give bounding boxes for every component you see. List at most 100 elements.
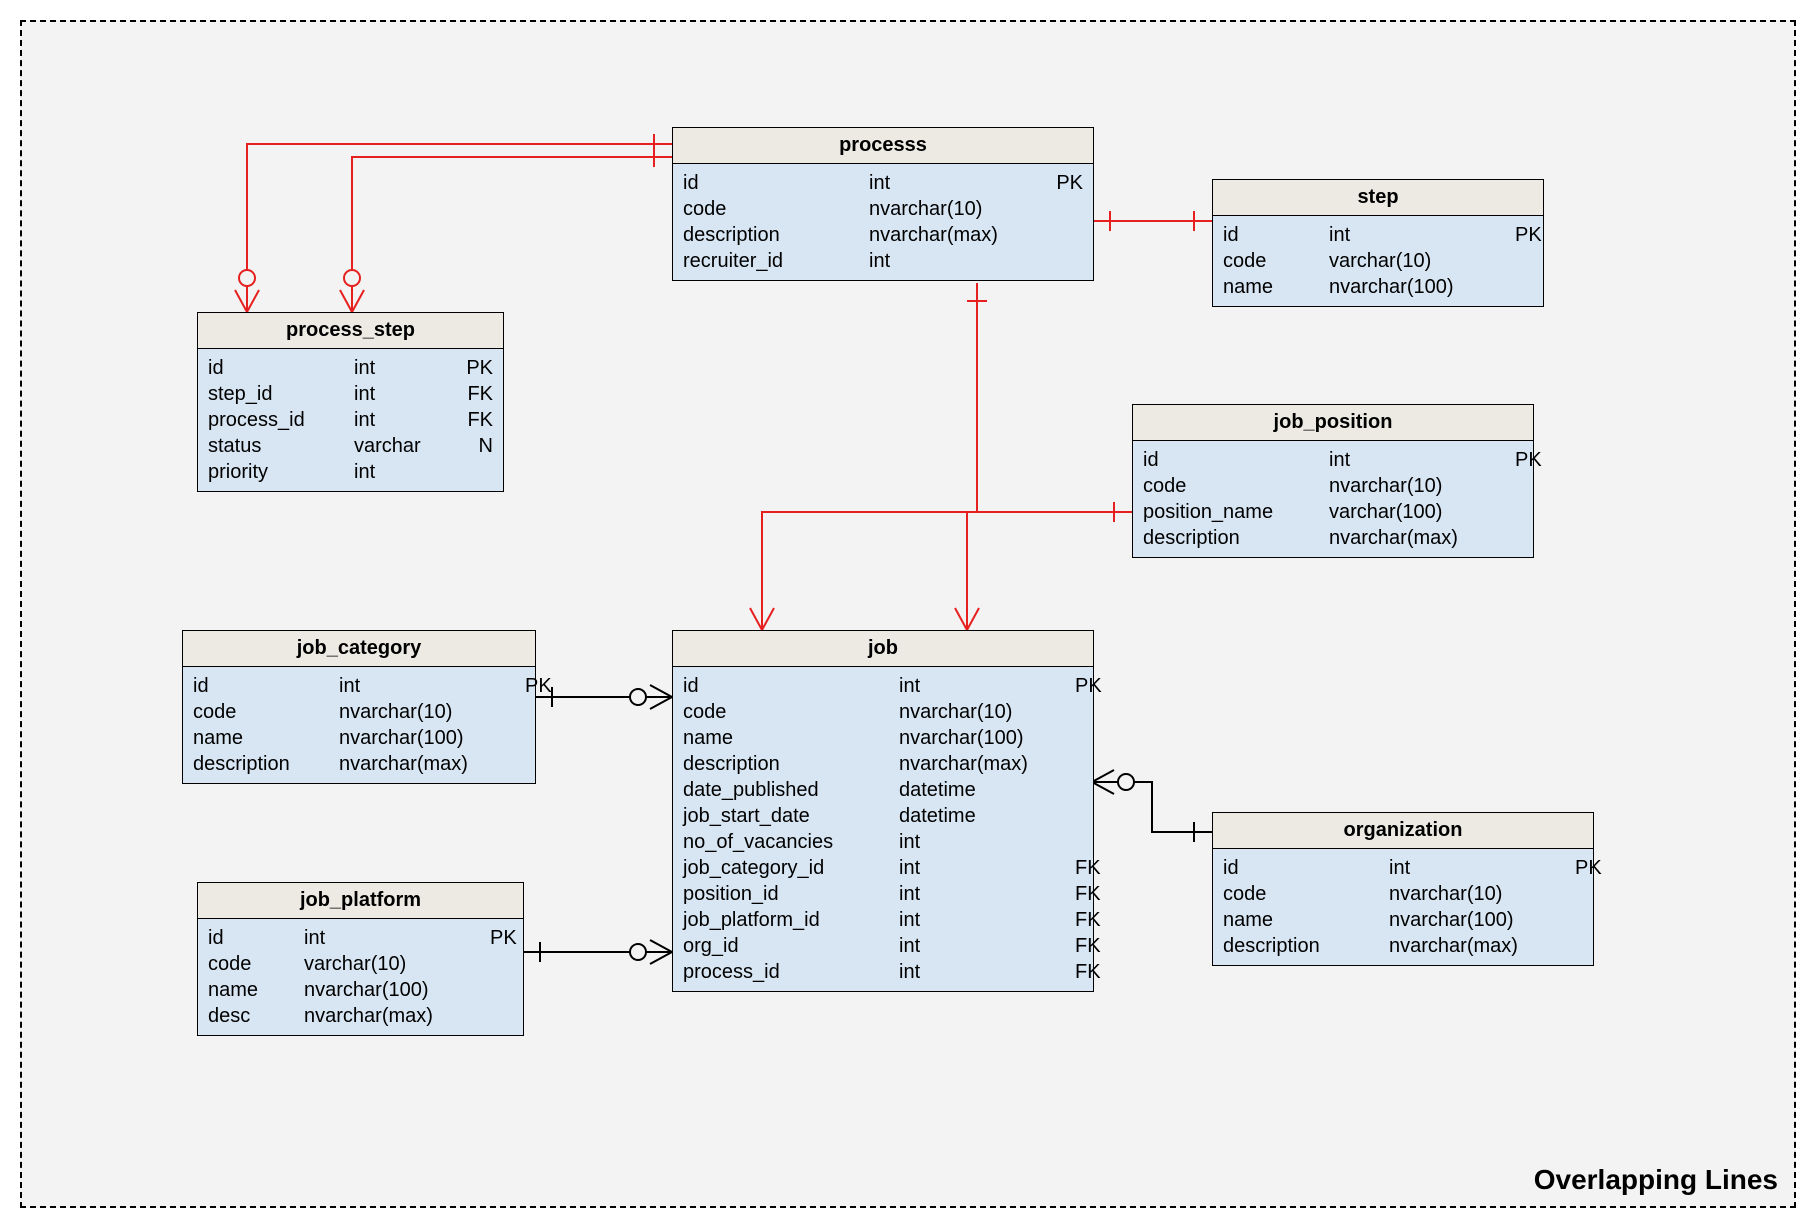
col-type: int [354,407,444,433]
col-type: int [899,959,1059,985]
entity-title: processs [673,128,1093,164]
col-name: name [1223,907,1373,933]
col-name: name [683,725,883,751]
col-name: id [1223,222,1313,248]
col-key: FK [1075,907,1101,933]
col-name: status [208,433,338,459]
col-type: nvarchar(max) [304,1003,474,1029]
col-type: nvarchar(100) [1329,274,1499,300]
col-name: process_id [208,407,338,433]
column-row: codevarchar(10) [208,951,513,977]
column-row: idint PK [208,355,493,381]
column-row: job_platform_idintFK [683,907,1083,933]
entity-body: idintPKcodenvarchar(10)descriptionnvarch… [673,164,1093,280]
col-type: nvarchar(max) [1389,933,1559,959]
col-name: code [683,699,883,725]
entity-body: idintPKcodevarchar(10)namenvarchar(100) [1213,216,1543,306]
caption-label: Overlapping Lines [1534,1164,1778,1196]
col-name: code [1223,248,1313,274]
column-row: job_start_datedatetime [683,803,1083,829]
col-type: int [304,925,474,951]
column-row: descnvarchar(max) [208,1003,513,1029]
col-key: FK [1075,933,1101,959]
col-name: code [683,196,853,222]
col-name: position_name [1143,499,1313,525]
col-name: description [1143,525,1313,551]
column-row: namenvarchar(100) [208,977,513,1003]
col-type: int [899,907,1059,933]
col-name: name [208,977,288,1003]
column-row: date_publisheddatetime [683,777,1083,803]
col-key: PK [1056,170,1083,196]
entity-process-step: process_step idintPKstep_idintFKprocess_… [197,312,504,492]
column-row: codenvarchar(10) [683,699,1083,725]
entity-job: job idintPKcodenvarchar(10)namenvarchar(… [672,630,1094,992]
col-type: int [869,170,1039,196]
column-row: namenvarchar(100) [193,725,525,751]
column-row: process_idintFK [683,959,1083,985]
entity-body: idintPKcodevarchar(10)namenvarchar(100)d… [198,919,523,1035]
entity-body: idintPKcodenvarchar(10)namenvarchar(100)… [183,667,535,783]
col-type: nvarchar(max) [1329,525,1499,551]
column-row: codenvarchar(10) [1143,473,1523,499]
col-name: no_of_vacancies [683,829,883,855]
col-name: id [1223,855,1373,881]
col-key: PK [1575,855,1602,881]
column-row: description nvarchar(max) [1143,525,1523,551]
col-type: datetime [899,777,1059,803]
column-row: no_of_vacancies int [683,829,1083,855]
column-row: org_idintFK [683,933,1083,959]
column-row: process_idintFK [208,407,493,433]
col-type: int [899,933,1059,959]
column-row: codenvarchar(10) [193,699,525,725]
col-name: description [193,751,323,777]
relation-jobposition-to-job [967,512,1132,630]
column-row: descriptionnvarchar(max) [1223,933,1583,959]
column-row: namenvarchar(100) [1223,907,1583,933]
column-row: idintPK [1143,447,1523,473]
col-type: int [354,355,444,381]
entity-body: idintPKcodenvarchar(10)namenvarchar(100)… [673,667,1093,991]
column-row: idintPK [208,925,513,951]
col-key: PK [1075,673,1102,699]
col-type: int [354,381,444,407]
col-type: int [1329,222,1499,248]
column-row: job_category_idintFK [683,855,1083,881]
col-name: name [1223,274,1313,300]
col-type: int [899,829,1059,855]
col-name: id [683,170,853,196]
col-key: PK [466,355,493,381]
col-name: step_id [208,381,338,407]
column-row: codevarchar(10) [1223,248,1533,274]
col-key: FK [1075,959,1101,985]
column-row: namenvarchar(100) [683,725,1083,751]
col-key: PK [490,925,517,951]
column-row: idintPK [193,673,525,699]
col-name: id [208,355,338,381]
col-name: job_category_id [683,855,883,881]
col-name: code [208,951,288,977]
col-name: description [683,751,883,777]
entity-body: idintPKcodenvarchar(10)position_namevarc… [1133,441,1533,557]
col-key: N [479,433,493,459]
column-row: descriptionnvarchar(max) [683,222,1083,248]
column-row: priorityint [208,459,493,485]
entity-organization: organization idintPKcodenvarchar(10)name… [1212,812,1594,966]
col-key: FK [467,381,493,407]
col-name: name [193,725,323,751]
col-key: FK [1075,881,1101,907]
relation-processs-to-processstep-b [352,157,672,312]
entity-title: organization [1213,813,1593,849]
column-row: codenvarchar(10) [1223,881,1583,907]
column-row: descriptionnvarchar(max) [193,751,525,777]
column-row: idintPK [1223,222,1533,248]
col-type: int [354,459,444,485]
column-row: descriptionnvarchar(max) [683,751,1083,777]
entity-title: job_platform [198,883,523,919]
entity-body: idintPKcodenvarchar(10)namenvarchar(100)… [1213,849,1593,965]
col-type: varchar [354,433,444,459]
col-name: description [683,222,853,248]
col-key: PK [1515,222,1542,248]
col-name: id [208,925,288,951]
entity-title: step [1213,180,1543,216]
